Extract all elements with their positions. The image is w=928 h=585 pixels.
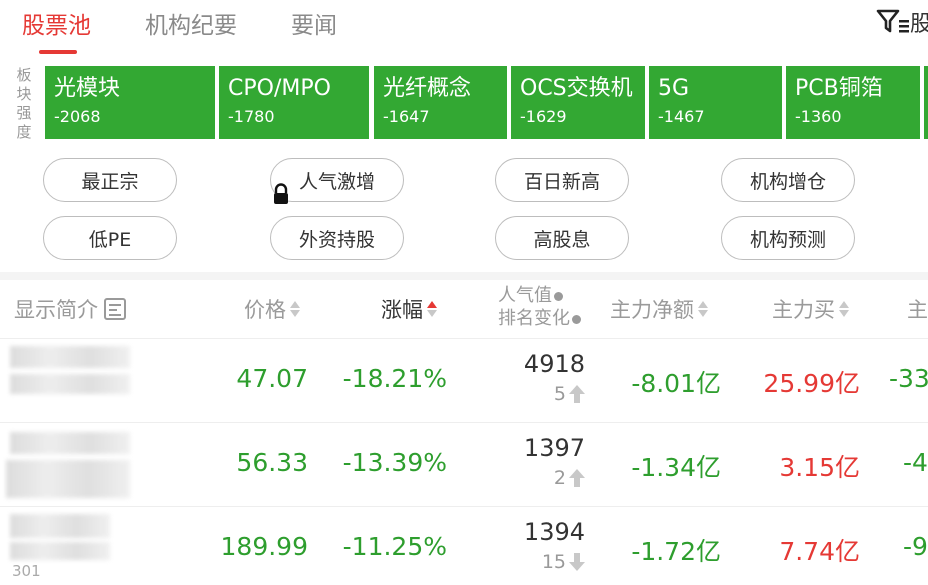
top-tab-bar: 股票池 机构纪要 要闻 股 — [0, 0, 928, 58]
rank-change-value: 15 — [541, 551, 566, 573]
column-change[interactable]: 涨幅 — [381, 294, 437, 324]
redacted-stock-name — [10, 514, 110, 538]
row-rank-change: 15 — [525, 551, 585, 573]
row-price: 56.33 — [236, 448, 308, 477]
chip-100day-high[interactable]: 百日新高 — [495, 158, 629, 202]
row-main-buy: 25.99亿 — [763, 369, 860, 398]
column-net-flow[interactable]: 主力净额 — [610, 294, 708, 324]
redacted-stock-code — [10, 542, 110, 560]
sector-strength-label: 板块强度 — [16, 66, 32, 141]
sector-card[interactable]: 5G -1467 — [649, 66, 782, 139]
row-net-flow: -1.72亿 — [631, 537, 721, 566]
sector-name: 5G — [658, 76, 690, 101]
row-main-sell-partial: -33 — [889, 364, 928, 393]
column-popularity-label: 人气值 — [498, 285, 552, 306]
column-price-label: 价格 — [244, 298, 286, 322]
chip-popularity-surge[interactable]: 人气激增 — [270, 158, 404, 202]
tab-news[interactable]: 要闻 — [291, 6, 337, 40]
sort-active-icon — [427, 300, 437, 318]
rank-down-arrow-icon — [569, 553, 585, 571]
sector-value: -2068 — [54, 107, 101, 126]
row-main-sell-partial: -9 — [903, 532, 928, 561]
row-change: -11.25% — [342, 532, 447, 561]
lock-icon — [274, 183, 288, 204]
column-desc-label: 显示简介 — [14, 298, 98, 322]
column-popularity[interactable]: 人气值 排名变化 — [498, 284, 581, 330]
sector-card[interactable]: 光纤概念 -1647 — [374, 66, 507, 139]
row-main-buy: 7.74亿 — [779, 537, 860, 566]
rank-up-arrow-icon — [569, 385, 585, 403]
column-main-buy[interactable]: 主力买 — [772, 294, 849, 324]
tab-institution-notes[interactable]: 机构纪要 — [145, 6, 237, 40]
chip-foreign-holding[interactable]: 外资持股 — [270, 216, 404, 260]
sort-icon — [698, 300, 708, 318]
sector-value: -1629 — [520, 107, 567, 126]
row-main-buy: 3.15亿 — [779, 453, 860, 482]
row-price: 189.99 — [220, 532, 308, 561]
column-main-sell-label: 主 — [907, 298, 928, 322]
column-desc-toggle[interactable]: 显示简介 — [14, 294, 126, 324]
row-rank-change: 2 — [525, 467, 585, 489]
sector-card[interactable]: 光模块 -2068 — [45, 66, 215, 139]
row-popularity: 1394 — [523, 518, 585, 546]
sector-value: -1467 — [658, 107, 705, 126]
sector-name: OCS交换机 — [520, 76, 633, 101]
section-divider — [0, 272, 928, 280]
row-change: -13.39% — [342, 448, 447, 477]
sector-name: CPO/MPO — [228, 76, 331, 101]
column-rank-change-label: 排名变化 — [498, 308, 570, 329]
chip-most-authentic[interactable]: 最正宗 — [43, 158, 177, 202]
chip-low-pe[interactable]: 低PE — [43, 216, 177, 260]
info-dot-icon — [554, 291, 563, 301]
redacted-stock-code — [10, 374, 130, 394]
sector-name: PCB铜箔 — [795, 76, 883, 101]
row-change: -18.21% — [342, 364, 447, 393]
sector-name: 光模块 — [54, 76, 121, 101]
row-main-sell-partial: -4 — [903, 448, 928, 477]
redacted-stock-name — [10, 432, 130, 454]
rank-change-value: 5 — [553, 383, 566, 405]
filter-label[interactable]: 股 — [910, 6, 928, 38]
row-net-flow: -1.34亿 — [631, 453, 721, 482]
row-popularity: 4918 — [523, 350, 585, 378]
tab-stock-pool[interactable]: 股票池 — [22, 6, 91, 40]
description-icon — [104, 298, 126, 320]
sector-card[interactable]: OCS交换机 -1629 — [511, 66, 645, 139]
row-rank-change: 5 — [525, 383, 585, 405]
rank-up-arrow-icon — [569, 469, 585, 487]
sector-name: 光纤概念 — [383, 76, 472, 101]
column-main-buy-label: 主力买 — [772, 298, 835, 322]
row-divider — [0, 506, 928, 507]
row-popularity: 1397 — [523, 434, 585, 462]
partial-stock-code: 301 — [12, 562, 41, 580]
column-change-label: 涨幅 — [381, 298, 423, 322]
row-divider — [0, 338, 928, 339]
sort-icon — [839, 300, 849, 318]
sector-value: -1360 — [795, 107, 842, 126]
sector-value: -1647 — [383, 107, 430, 126]
chip-institution-forecast[interactable]: 机构预测 — [721, 216, 855, 260]
sort-icon — [290, 300, 300, 318]
sector-card-partial — [924, 66, 928, 139]
column-main-sell-partial[interactable]: 主 — [907, 294, 928, 324]
sector-card[interactable]: CPO/MPO -1780 — [219, 66, 369, 139]
rank-change-value: 2 — [553, 467, 566, 489]
info-dot-icon — [572, 314, 581, 324]
redacted-stock-code — [6, 460, 130, 498]
active-tab-indicator — [39, 50, 77, 54]
row-divider — [0, 422, 928, 423]
filter-icon[interactable] — [876, 8, 910, 34]
redacted-stock-name — [10, 346, 130, 368]
column-net-flow-label: 主力净额 — [610, 298, 694, 322]
row-price: 47.07 — [236, 364, 308, 393]
chip-high-dividend[interactable]: 高股息 — [495, 216, 629, 260]
sector-card[interactable]: PCB铜箔 -1360 — [786, 66, 920, 139]
sector-value: -1780 — [228, 107, 275, 126]
row-net-flow: -8.01亿 — [631, 369, 721, 398]
column-price[interactable]: 价格 — [244, 294, 300, 324]
chip-institution-increase[interactable]: 机构增仓 — [721, 158, 855, 202]
